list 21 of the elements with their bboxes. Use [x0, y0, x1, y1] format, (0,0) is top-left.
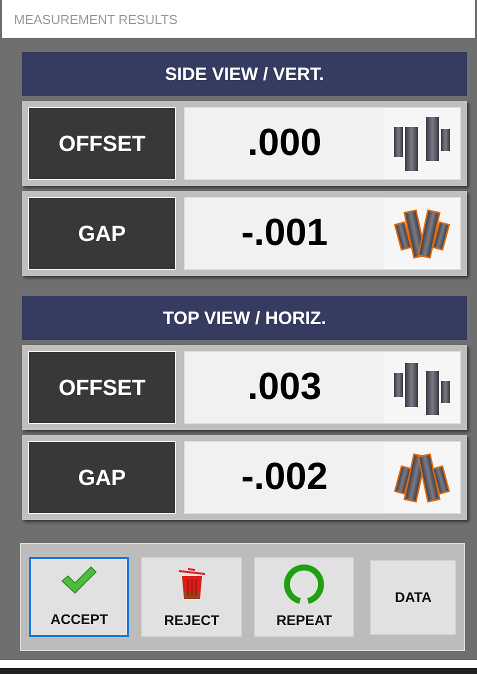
measurement-label: GAP	[28, 441, 176, 514]
measurement-value: .003	[248, 366, 322, 409]
gap-coupling-icon	[392, 450, 452, 504]
offset-coupling-icon	[394, 360, 450, 414]
offset-coupling-icon	[394, 116, 450, 170]
measurement-value: .000	[248, 122, 322, 165]
action-button[interactable]: REJECT	[141, 557, 242, 637]
section-header: TOP VIEW / HORIZ.	[22, 296, 467, 340]
section-header: SIDE VIEW / VERT.	[22, 52, 467, 96]
measurement-label: OFFSET	[28, 107, 176, 180]
action-button[interactable]: REPEAT	[254, 557, 354, 637]
measurement-value: -.002	[241, 456, 328, 499]
window-title: MEASUREMENT RESULTS	[14, 12, 178, 26]
action-button[interactable]: DATA	[370, 560, 456, 634]
refresh-icon	[284, 564, 324, 604]
measurement-value: -.001	[241, 212, 328, 255]
action-button[interactable]: ACCEPT	[29, 557, 130, 637]
measurement-label: GAP	[28, 197, 176, 270]
measurement-label: OFFSET	[28, 351, 176, 424]
checkmark-icon	[60, 565, 98, 595]
gap-coupling-icon	[392, 206, 452, 260]
